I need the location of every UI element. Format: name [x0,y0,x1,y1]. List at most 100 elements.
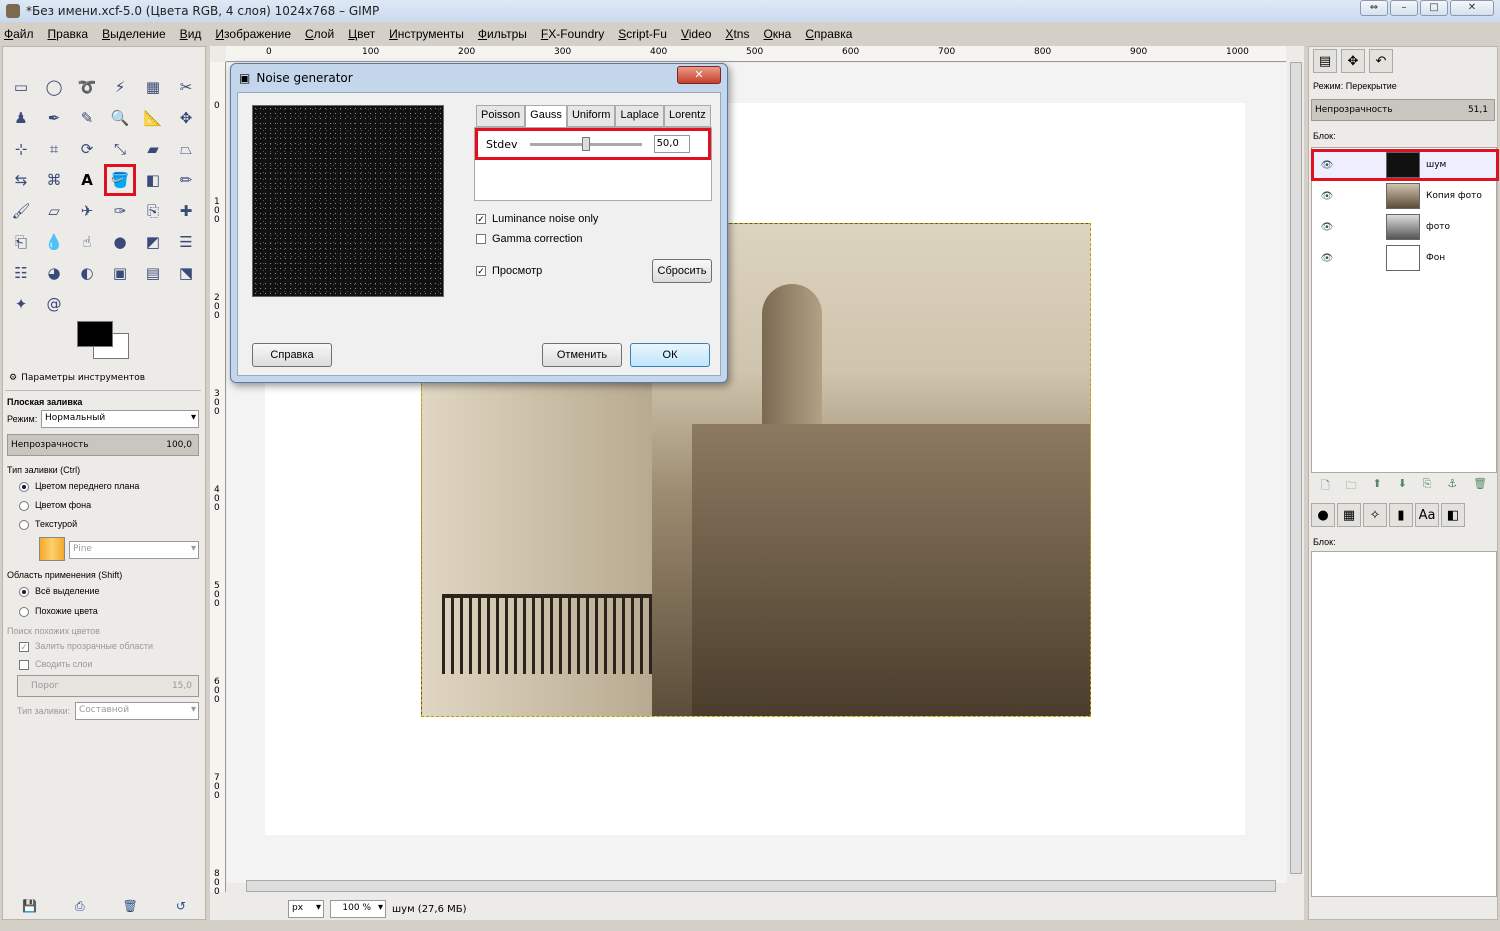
blur-icon[interactable]: 💧 [40,228,68,256]
color-select-icon[interactable]: ▦ [139,73,167,101]
brushes-tab-icon[interactable]: ● [1311,503,1335,527]
lower-layer-icon[interactable]: ⬇ [1398,477,1407,495]
airbrush-icon[interactable]: ✈ [73,197,101,225]
menu-edit[interactable]: Правка [48,27,89,41]
spiral-icon[interactable]: @ [40,290,68,318]
align-icon[interactable]: ⊹ [7,135,35,163]
pattern-preview[interactable] [39,537,65,561]
paintbrush-icon[interactable]: 🖌 [7,197,35,225]
tab-gauss[interactable]: Gauss [525,105,567,127]
undo-tab-icon[interactable]: ↶ [1369,49,1393,73]
gamma-checkbox[interactable] [476,234,486,245]
clone-icon[interactable]: ⎘ [139,197,167,225]
fill-transparent-checkbox[interactable]: ✓ [19,641,29,652]
maximize-button[interactable]: □ [1420,0,1448,16]
minimize-button[interactable]: – [1390,0,1418,16]
menu-help[interactable]: Справка [805,27,852,41]
fill-bg-option[interactable]: Цветом фона [19,500,91,511]
stdev-input[interactable]: 50,0 [653,135,690,153]
flip-icon[interactable]: ⇆ [7,166,35,194]
layer-row[interactable]: 👁 Копия фото [1312,181,1498,211]
pencil-icon[interactable]: ✏ [172,166,200,194]
delete-options-icon[interactable]: 🗑 [123,899,138,913]
anchor-layer-icon[interactable]: ⚓ [1447,477,1457,495]
fill-by-select[interactable]: Составной [75,702,199,720]
measure-icon[interactable]: 📐 [139,104,167,132]
filter-icon[interactable]: ⬔ [172,259,200,287]
raise-layer-icon[interactable]: ⬆ [1373,477,1382,495]
gradients-tab-icon[interactable]: ▮ [1389,503,1413,527]
brush-panel[interactable] [1311,551,1497,897]
fill-fg-option[interactable]: Цветом переднего плана [19,481,139,492]
stdev-slider[interactable] [529,136,642,151]
horizontal-scrollbar[interactable] [246,880,1276,892]
duplicate-layer-icon[interactable]: ⎘ [1423,477,1432,495]
ok-button[interactable]: ОК [630,343,710,367]
fill-transparent-option[interactable]: ✓ Залить прозрачные области [19,641,153,652]
dialog-close-button[interactable]: ✕ [677,66,721,84]
menu-tools[interactable]: Инструменты [389,27,464,41]
patterns-tab-icon[interactable]: ▦ [1337,503,1361,527]
ellipse-select-icon[interactable]: ◯ [40,73,68,101]
fonts-tab-icon[interactable]: Aa [1415,503,1439,527]
fill-fg-radio[interactable] [19,481,29,492]
perspective-icon[interactable]: ⏢ [172,135,200,163]
restore-options-icon[interactable]: ⎙ [75,899,85,914]
dodge-burn-icon[interactable]: ● [106,228,134,256]
stdev-slider-knob[interactable] [581,136,590,151]
layer-row[interactable]: 👁 шум [1311,149,1499,181]
fill-pattern-radio[interactable] [19,519,29,530]
mode-select[interactable]: Нормальный [41,410,199,428]
zoom-icon[interactable]: 🔍 [106,104,134,132]
save-options-icon[interactable]: 💾 [22,899,37,913]
palettes-tab-icon[interactable]: ◧ [1441,503,1465,527]
new-group-icon[interactable]: 🗀 [1346,477,1357,495]
bucket-fill-icon[interactable]: 🪣 [104,164,136,196]
fuzzy-select-icon[interactable]: ⚡ [106,73,134,101]
shear-icon[interactable]: ▰ [139,135,167,163]
layer-mode-label[interactable]: Режим: Перекрытие [1313,81,1397,91]
vertical-scrollbar[interactable] [1290,62,1302,874]
merge-layers-checkbox[interactable] [19,659,29,670]
eraser-icon[interactable]: ▱ [40,197,68,225]
menu-xtns[interactable]: Xtns [725,27,749,41]
luminance-checkbox[interactable]: ✓ [476,214,486,225]
cage-icon[interactable]: ⌘ [40,166,68,194]
smudge-icon[interactable]: ☝ [73,228,101,256]
menu-image[interactable]: Изображение [215,27,291,41]
eye-icon[interactable]: 👁 [1316,160,1338,171]
gradient-icon[interactable]: ◧ [139,166,167,194]
vertical-ruler[interactable]: 0 100 200 300 400 500 600 700 800 [210,62,226,897]
merge-layers-option[interactable]: Сводить слои [19,659,92,670]
menu-video[interactable]: Video [681,27,711,41]
preview-option[interactable]: ✓ Просмотр [476,265,542,277]
paths-icon[interactable]: ✒ [40,104,68,132]
help-button[interactable]: Справка [252,343,332,367]
menu-view[interactable]: Вид [180,27,202,41]
area-similar-radio[interactable] [19,606,29,617]
move-icon[interactable]: ✥ [172,104,200,132]
threshold-slider[interactable]: Порог 15,0 [17,675,199,697]
new-layer-icon[interactable]: 🗋 [1321,477,1330,495]
foreground-select-icon[interactable]: ♟ [7,104,35,132]
reset-button[interactable]: Сбросить [652,259,712,283]
restore-button[interactable]: ⇔ [1360,0,1388,16]
threshold-icon[interactable]: ◐ [73,259,101,287]
opacity-slider[interactable]: Непрозрачность 100,0 [7,434,199,456]
channels-tab-icon[interactable]: ✥ [1341,49,1365,73]
free-select-icon[interactable]: ➰ [73,73,101,101]
perspective-clone-icon[interactable]: ⎗ [7,228,35,256]
tab-lorentz[interactable]: Lorentz [664,105,711,127]
tab-uniform[interactable]: Uniform [566,105,616,127]
noise-preview[interactable] [252,105,444,297]
menu-filters[interactable]: Фильтры [478,27,527,41]
heal-icon[interactable]: ✚ [172,197,200,225]
fill-bg-radio[interactable] [19,500,29,511]
menu-layer[interactable]: Слой [305,27,334,41]
color-swatches[interactable] [77,321,133,363]
color-balance-icon[interactable]: ☷ [7,259,35,287]
paths-tab-icon[interactable]: ✧ [1363,503,1387,527]
area-all-radio[interactable] [19,586,29,597]
levels-icon[interactable]: ◩ [139,228,167,256]
scale-icon[interactable]: ⤡ [106,135,134,163]
